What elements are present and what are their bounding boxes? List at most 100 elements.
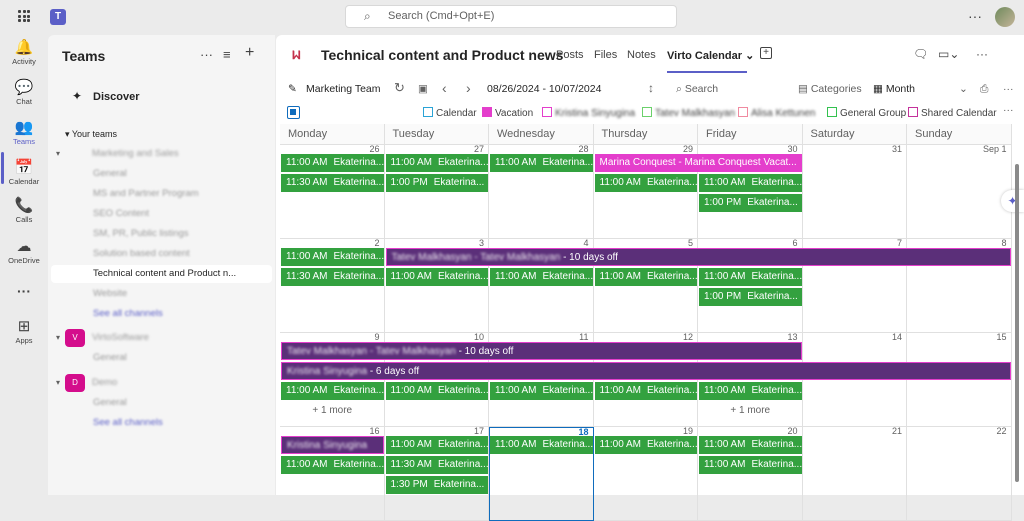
more-options-icon[interactable]: ··· — [1003, 104, 1014, 116]
day-cell[interactable]: 31 — [802, 144, 907, 239]
team-row[interactable]: ▾ V VirtoSoftware — [48, 329, 275, 347]
calendar-event[interactable]: 11:30 AM Ekaterina... — [281, 268, 384, 286]
rail-item-cloud[interactable]: ☁ OneDrive — [0, 238, 48, 265]
channel-item[interactable]: SM, PR, Public listings — [93, 225, 273, 243]
more-events-link[interactable]: + 1 more — [698, 402, 803, 420]
legend-item[interactable]: Kristina Sinyugina — [542, 107, 635, 119]
calendar-event[interactable]: Kristina Sinyugina — [281, 436, 384, 454]
channel-item[interactable]: SEO Content — [93, 205, 273, 223]
day-cell[interactable]: 21 — [802, 426, 907, 521]
chevron-down-icon[interactable]: ▾ — [56, 145, 60, 163]
legend-item[interactable]: Vacation — [482, 107, 533, 119]
calendar-event[interactable]: 11:00 AM Ekaterina... — [594, 382, 697, 400]
more-options-icon[interactable]: ··· — [976, 47, 988, 61]
calendar-event[interactable]: 11:00 AM Ekaterina... — [699, 436, 802, 454]
team-row[interactable]: ▾ D Demo — [48, 374, 275, 392]
your-teams-header[interactable]: ▾ Your teams — [65, 129, 117, 140]
tab-virto-calendar[interactable]: Virto Calendar ⌄ — [667, 49, 754, 62]
team-row[interactable]: ▾ Marketing and Sales — [48, 145, 275, 163]
search-input[interactable]: ⌕ Search (Cmd+Opt+E) — [345, 5, 677, 28]
calendar-event[interactable]: 11:00 AM Ekaterina... — [490, 154, 593, 172]
more-options-icon[interactable]: ··· — [1003, 83, 1014, 95]
calendar-event[interactable]: Tatev Malkhasyan - Tatev Malkhasyan - 10… — [281, 342, 802, 360]
video-call-icon[interactable]: ▭⌄ — [938, 47, 959, 61]
view-selector[interactable]: ▦ Month — [873, 83, 915, 95]
calendar-event[interactable]: 1:00 PM Ekaterina... — [699, 194, 802, 212]
tab-files[interactable]: Files — [594, 49, 617, 61]
calendar-event[interactable]: Kristina Sinyugina - 6 days off — [281, 362, 1011, 380]
discover-link[interactable]: Discover — [93, 91, 139, 103]
expand-vertical-icon[interactable]: ↕ — [648, 81, 654, 95]
calendar-event[interactable]: 11:30 AM Ekaterina... — [281, 174, 384, 192]
day-cell[interactable]: 14 — [802, 332, 907, 427]
calendar-event[interactable]: 11:00 AM Ekaterina... — [594, 436, 697, 454]
date-range[interactable]: 08/26/2024 - 10/07/2024 — [487, 83, 601, 95]
calendar-event[interactable]: 11:00 AM Ekaterina... — [490, 436, 593, 454]
copilot-sparkle-icon[interactable]: ✦ — [1001, 190, 1024, 212]
channel-item[interactable]: General — [93, 394, 273, 412]
calendar-event[interactable]: Marina Conquest - Marina Conquest Vacat.… — [594, 154, 802, 172]
calendar-event[interactable]: 11:00 AM Ekaterina... — [281, 154, 384, 172]
channel-item[interactable]: Website — [93, 285, 273, 303]
calendar-event[interactable]: 11:00 AM Ekaterina... — [385, 382, 488, 400]
legend-item[interactable]: Tatev Malkhasyan — [642, 107, 735, 119]
channel-item[interactable]: General — [93, 349, 273, 367]
channel-item[interactable]: General — [93, 165, 273, 183]
edit-icon[interactable]: ✎ — [288, 83, 297, 95]
refresh-icon[interactable]: ↻ — [394, 80, 405, 96]
channel-item[interactable]: Technical content and Product n... — [51, 265, 272, 283]
calendar-event[interactable]: 1:00 PM Ekaterina... — [699, 288, 802, 306]
channel-item[interactable]: MS and Partner Program — [93, 185, 273, 203]
calendar-event[interactable]: 11:00 AM Ekaterina... — [699, 174, 802, 192]
calendar-event[interactable]: 11:00 AM Ekaterina... — [594, 268, 697, 286]
add-tab-button[interactable]: + — [760, 47, 772, 59]
calendar-event[interactable]: 11:00 AM Ekaterina... — [385, 154, 488, 172]
calendar-event[interactable]: 11:00 AM Ekaterina... — [385, 268, 488, 286]
day-cell[interactable]: 15 — [907, 332, 1012, 427]
rail-item-teams[interactable]: 👥 Teams — [0, 119, 48, 146]
print-icon[interactable]: ⎙ — [980, 83, 988, 96]
calendar-event[interactable]: 11:00 AM Ekaterina... — [281, 456, 384, 474]
calendar-event[interactable]: 11:00 AM Ekaterina... — [699, 268, 802, 286]
today-icon[interactable]: ▣ — [418, 83, 428, 95]
day-cell[interactable]: 22 — [907, 426, 1012, 521]
next-icon[interactable]: › — [466, 80, 471, 96]
categories-filter[interactable]: ▤ Categories — [798, 83, 862, 95]
calendar-event[interactable]: 11:00 AM Ekaterina... — [594, 174, 697, 192]
calendar-event[interactable]: 11:00 AM Ekaterina... — [699, 382, 802, 400]
rail-item-bell[interactable]: 🔔 Activity — [0, 39, 48, 66]
calendar-selector[interactable]: Marketing Team — [306, 83, 381, 95]
rail-item-chat[interactable]: 💬 Chat — [0, 79, 48, 106]
calendar-search[interactable]: ⌕ Search — [676, 83, 718, 96]
chevron-down-icon[interactable]: ▾ — [56, 374, 60, 392]
previous-icon[interactable]: ‹ — [442, 80, 447, 96]
rail-item-phone[interactable]: 📞 Calls — [0, 197, 48, 224]
chevron-down-icon[interactable]: ⌄ — [959, 83, 968, 95]
calendar-event[interactable]: 11:00 AM Ekaterina... — [385, 436, 488, 454]
channel-item[interactable]: See all channels — [93, 305, 273, 323]
scrollbar[interactable] — [1015, 164, 1019, 482]
rail-item-calendar[interactable]: 📅 Calendar — [0, 159, 48, 186]
tab-posts[interactable]: Posts — [556, 49, 584, 61]
rail-item-more[interactable]: ··· — [0, 283, 48, 299]
tab-notes[interactable]: Notes — [627, 49, 656, 61]
calendar-event[interactable]: 11:00 AM Ekaterina... — [281, 248, 384, 266]
add-icon[interactable]: + — [245, 44, 254, 62]
app-launcher-icon[interactable] — [18, 10, 30, 22]
chat-icon[interactable]: 🗨 — [913, 47, 928, 61]
rail-item-apps[interactable]: ⊞ Apps — [0, 318, 48, 345]
legend-item[interactable]: Shared Calendar — [908, 107, 997, 119]
chevron-down-icon[interactable]: ▾ — [56, 329, 60, 347]
more-events-link[interactable]: + 1 more — [280, 402, 385, 420]
filter-icon[interactable]: ≡ — [223, 47, 231, 62]
calendar-event[interactable]: 11:00 AM Ekaterina... — [490, 382, 593, 400]
user-avatar[interactable] — [995, 7, 1015, 27]
day-cell[interactable]: Sep 1 — [907, 144, 1012, 239]
calendar-event[interactable]: Tatev Malkhasyan - Tatev Malkhasyan - 10… — [385, 248, 1011, 266]
add-event-button[interactable] — [287, 106, 300, 119]
calendar-event[interactable]: 11:30 AM Ekaterina... — [385, 456, 488, 474]
calendar-event[interactable]: 1:30 PM Ekaterina... — [385, 476, 488, 494]
calendar-event[interactable]: 11:00 AM Ekaterina... — [281, 382, 384, 400]
legend-item[interactable]: General Group — [827, 107, 906, 119]
legend-item[interactable]: Calendar — [423, 107, 477, 119]
